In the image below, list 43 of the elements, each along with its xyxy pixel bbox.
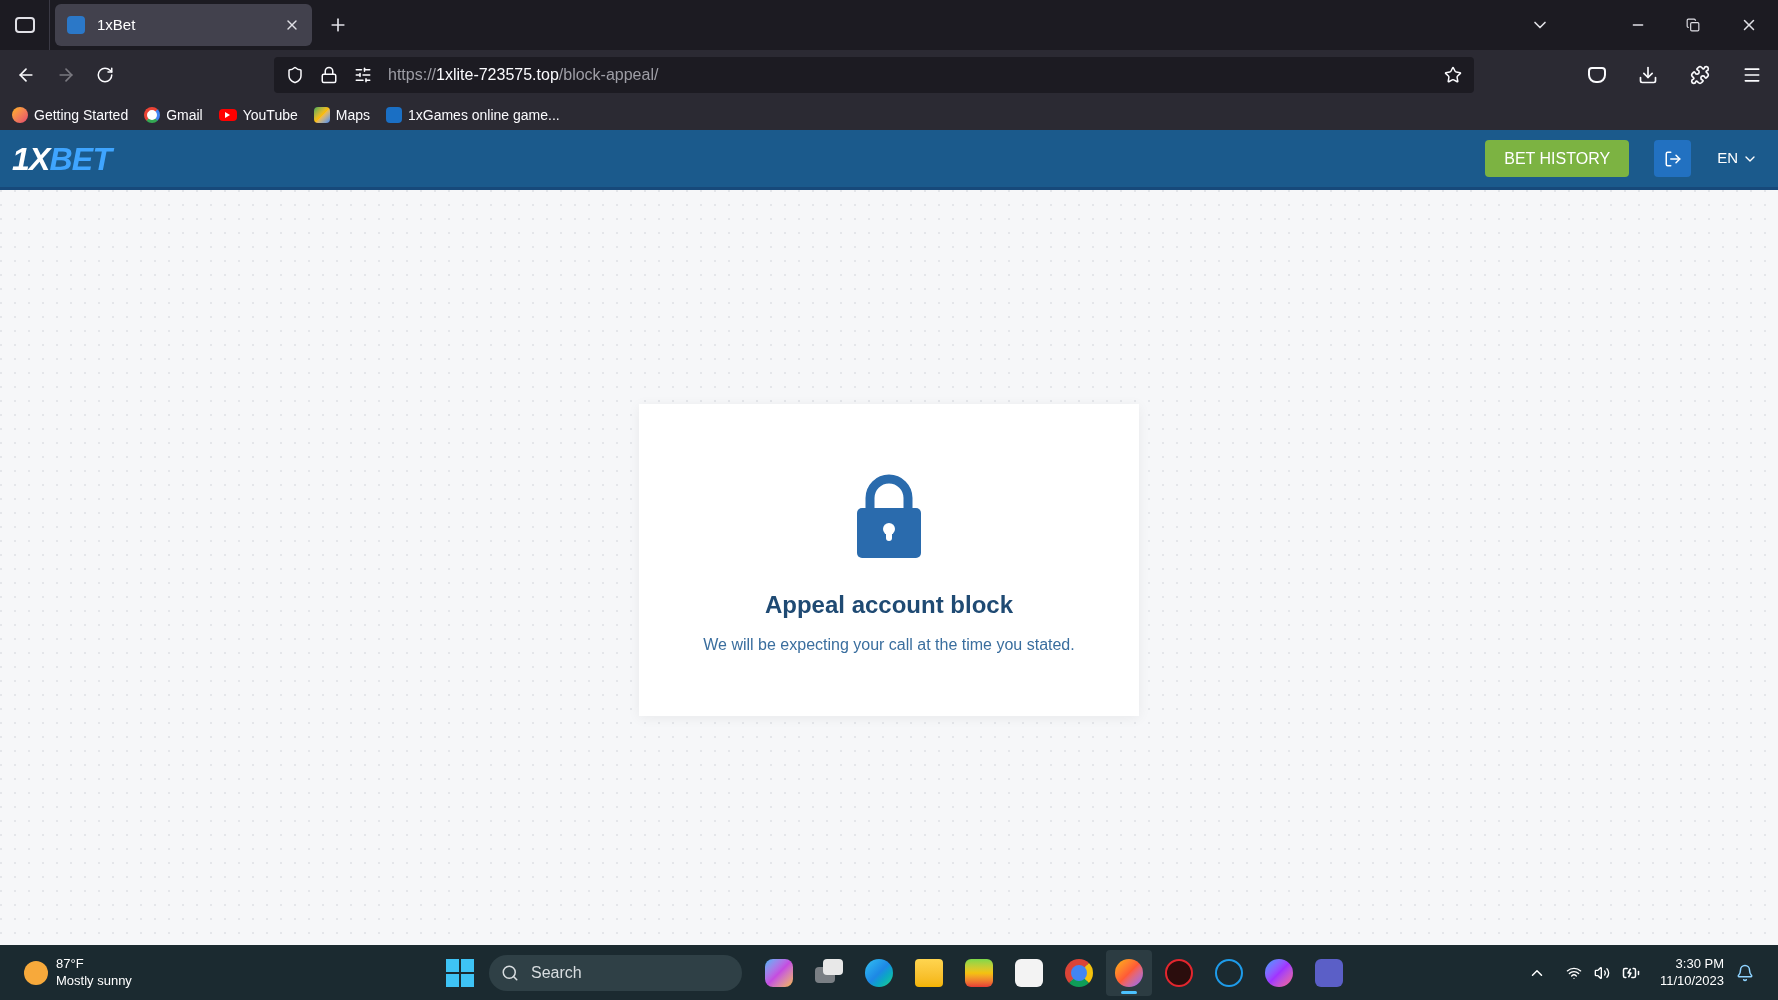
folder-icon xyxy=(915,958,943,987)
video-play-icon xyxy=(218,109,237,121)
restore-icon[interactable] xyxy=(1686,18,1700,32)
site-favicon-icon xyxy=(386,107,402,123)
bookmark-link[interactable]: Maps xyxy=(313,104,370,126)
permissions-icon[interactable] xyxy=(354,66,372,84)
temperature: 87°F xyxy=(56,956,85,973)
notification-bell-icon[interactable] xyxy=(1736,963,1754,982)
start-icon[interactable] xyxy=(446,958,474,987)
search-icon xyxy=(501,963,519,982)
shield-icon[interactable] xyxy=(286,66,304,84)
padlock-icon xyxy=(856,474,922,559)
reload-icon[interactable] xyxy=(96,66,114,84)
weather-widget[interactable]: 87°F Mostly sunny xyxy=(24,956,424,989)
clock-time[interactable]: 3:30 PM xyxy=(1675,956,1724,973)
site-favicon-icon xyxy=(67,16,85,34)
taskbar-app-button[interactable] xyxy=(1106,949,1152,996)
card-message: We will be expecting your call at the time you stated. xyxy=(703,635,1075,655)
tab-title: 1xBet xyxy=(97,14,137,35)
url-text: https://1xlite-723575.top/block-appeal/ xyxy=(388,65,660,85)
card-title: Appeal account block xyxy=(764,590,1014,620)
site-logo[interactable]: 1XBET xyxy=(12,134,112,183)
tab-list-icon[interactable] xyxy=(14,17,35,33)
weather-condition: Mostly sunny xyxy=(56,972,132,989)
extensions-icon[interactable] xyxy=(1690,65,1710,85)
bookmark-link[interactable]: Getting Started xyxy=(12,104,129,126)
bookmark-star-icon[interactable] xyxy=(1444,66,1462,84)
language-selector[interactable]: EN xyxy=(1717,147,1758,170)
bookmark-link[interactable]: 1xGames online game... xyxy=(386,104,560,126)
clock-date[interactable]: 11/10/2023 xyxy=(1659,972,1724,989)
volume-icon[interactable] xyxy=(1593,964,1610,981)
browser-tab[interactable]: 1xBet xyxy=(55,4,312,46)
app-icon xyxy=(765,958,793,987)
lock-icon[interactable] xyxy=(320,66,338,84)
logout-icon xyxy=(1663,149,1682,168)
menu-icon[interactable] xyxy=(1742,65,1762,85)
bookmark-link[interactable]: YouTube xyxy=(218,104,298,126)
bookmark-link[interactable]: Gmail xyxy=(144,104,203,126)
address-bar[interactable]: https://1xlite-723575.top/block-appeal/ xyxy=(274,57,1474,93)
download-icon[interactable] xyxy=(1638,65,1658,85)
taskbar-search-field[interactable]: Search xyxy=(489,954,742,991)
pocket-icon[interactable] xyxy=(1588,67,1606,83)
logout-button[interactable] xyxy=(1654,140,1692,177)
